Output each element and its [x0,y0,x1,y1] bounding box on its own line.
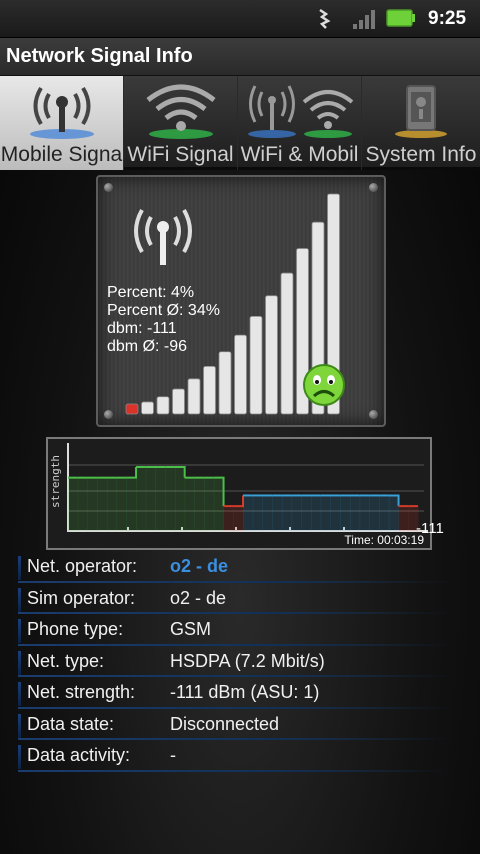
info-key: Data activity: [27,745,131,765]
signal-bar [265,295,278,415]
tab-wifi-signal[interactable]: WiFi Signal [124,76,238,170]
history-area [262,495,273,531]
history-area [174,467,186,531]
status-bar: 9:25 [0,0,480,38]
tab-mobile-signal[interactable]: Mobile Signa [0,76,124,170]
history-area [165,467,176,531]
tower-and-wifi-icon [247,85,353,138]
phone-info-icon [395,85,447,138]
history-area [252,495,263,531]
history-line-segment [126,467,138,479]
tab-label: Mobile Signa [0,143,123,166]
info-key: Net. type: [27,650,105,671]
history-area [388,495,400,531]
history-area [291,495,302,531]
info-key: Phone type: [27,619,124,639]
signal-bar [141,401,154,415]
history-area [359,495,370,531]
history-area [301,495,312,531]
battery-icon [386,9,415,27]
history-area [184,477,195,531]
info-row-net-operator: Net. operator: o2 - de [0,552,480,584]
history-area [87,477,98,531]
signal-bar [280,272,294,415]
history-area [281,495,293,531]
history-area [126,477,137,531]
info-value: GSM [170,619,212,639]
data-transfer-icon [319,8,331,29]
signal-strength-panel: Percent: 4% Percent Ø: 34% dbm: -111 dbm… [96,175,386,427]
clock: 9:25 [428,8,467,29]
wifi-icon [145,84,216,139]
tab-label: WiFi & Mobil [240,143,359,166]
history-area [320,495,331,531]
signal-bar [203,365,216,415]
info-key: Net. operator: [27,556,138,576]
info-row-data-state: Data state: Disconnected [0,710,480,742]
history-area [106,477,118,531]
sad-face-icon [303,364,345,406]
history-area [136,467,147,531]
history-area [330,495,341,531]
tab-wifi-and-mobile[interactable]: WiFi & Mobil [238,76,362,170]
tab-bar: Mobile Signa WiFi Signal WiFi & Mobil Sy… [0,76,480,170]
history-area [398,506,409,531]
history-area [204,477,215,531]
tab-system-info[interactable]: System Info [362,76,480,170]
signal-bar [156,396,170,415]
network-info-list: Net. operator: o2 - de Sim operator: o2 … [0,552,480,773]
signal-bar [249,315,263,415]
tab-label: System Info [365,143,477,166]
elapsed-time: Time: 00:03:19 [344,533,424,547]
history-area [243,495,254,531]
history-area [340,495,351,531]
signal-bar [234,334,247,415]
info-key: Net. strength: [27,682,136,702]
history-area [311,495,322,531]
history-area [233,506,244,531]
info-value: - [170,745,176,765]
app-title: Network Signal Info [6,45,193,67]
tab-label: WiFi Signal [127,143,234,166]
history-area [213,477,225,531]
info-value: HSDPA (7.2 Mbit/s) [170,650,325,671]
chart-plot-area [67,443,428,532]
history-area [145,467,156,531]
info-key: Data state: [27,713,115,734]
info-value: -111 dBm (ASU: 1) [170,682,320,702]
info-value: o2 - de [170,556,229,576]
history-area [77,477,88,531]
info-key: Sim operator: [27,587,136,608]
history-area [349,495,361,531]
signal-bar [187,378,201,415]
signal-bar [172,388,185,415]
app-title-bar: Network Signal Info [0,38,480,76]
history-area [97,477,108,531]
info-row-data-activity: Data activity: - [0,741,480,773]
signal-bar [218,351,232,415]
history-line-segment [233,495,244,508]
info-row-sim-operator: Sim operator: o2 - de [0,584,480,616]
history-area [155,467,166,531]
signal-history-chart: strength -111 Time: 00:03:19 [46,437,444,550]
history-area [194,477,205,531]
cell-tower-icon [29,86,94,139]
history-area [68,477,79,531]
history-area [116,477,127,531]
cell-signal-icon [353,10,375,29]
info-row-net-strength: Net. strength: -111 dBm (ASU: 1) [0,678,480,710]
history-area [379,495,390,531]
info-value: Disconnected [170,713,280,734]
history-area [223,506,234,531]
history-area [369,495,380,531]
info-row-phone-type: Phone type: GSM [0,615,480,647]
info-row-net-type: Net. type: HSDPA (7.2 Mbit/s) [0,647,480,679]
history-area [272,495,283,531]
info-value: o2 - de [170,587,227,608]
signal-bar [125,403,139,415]
